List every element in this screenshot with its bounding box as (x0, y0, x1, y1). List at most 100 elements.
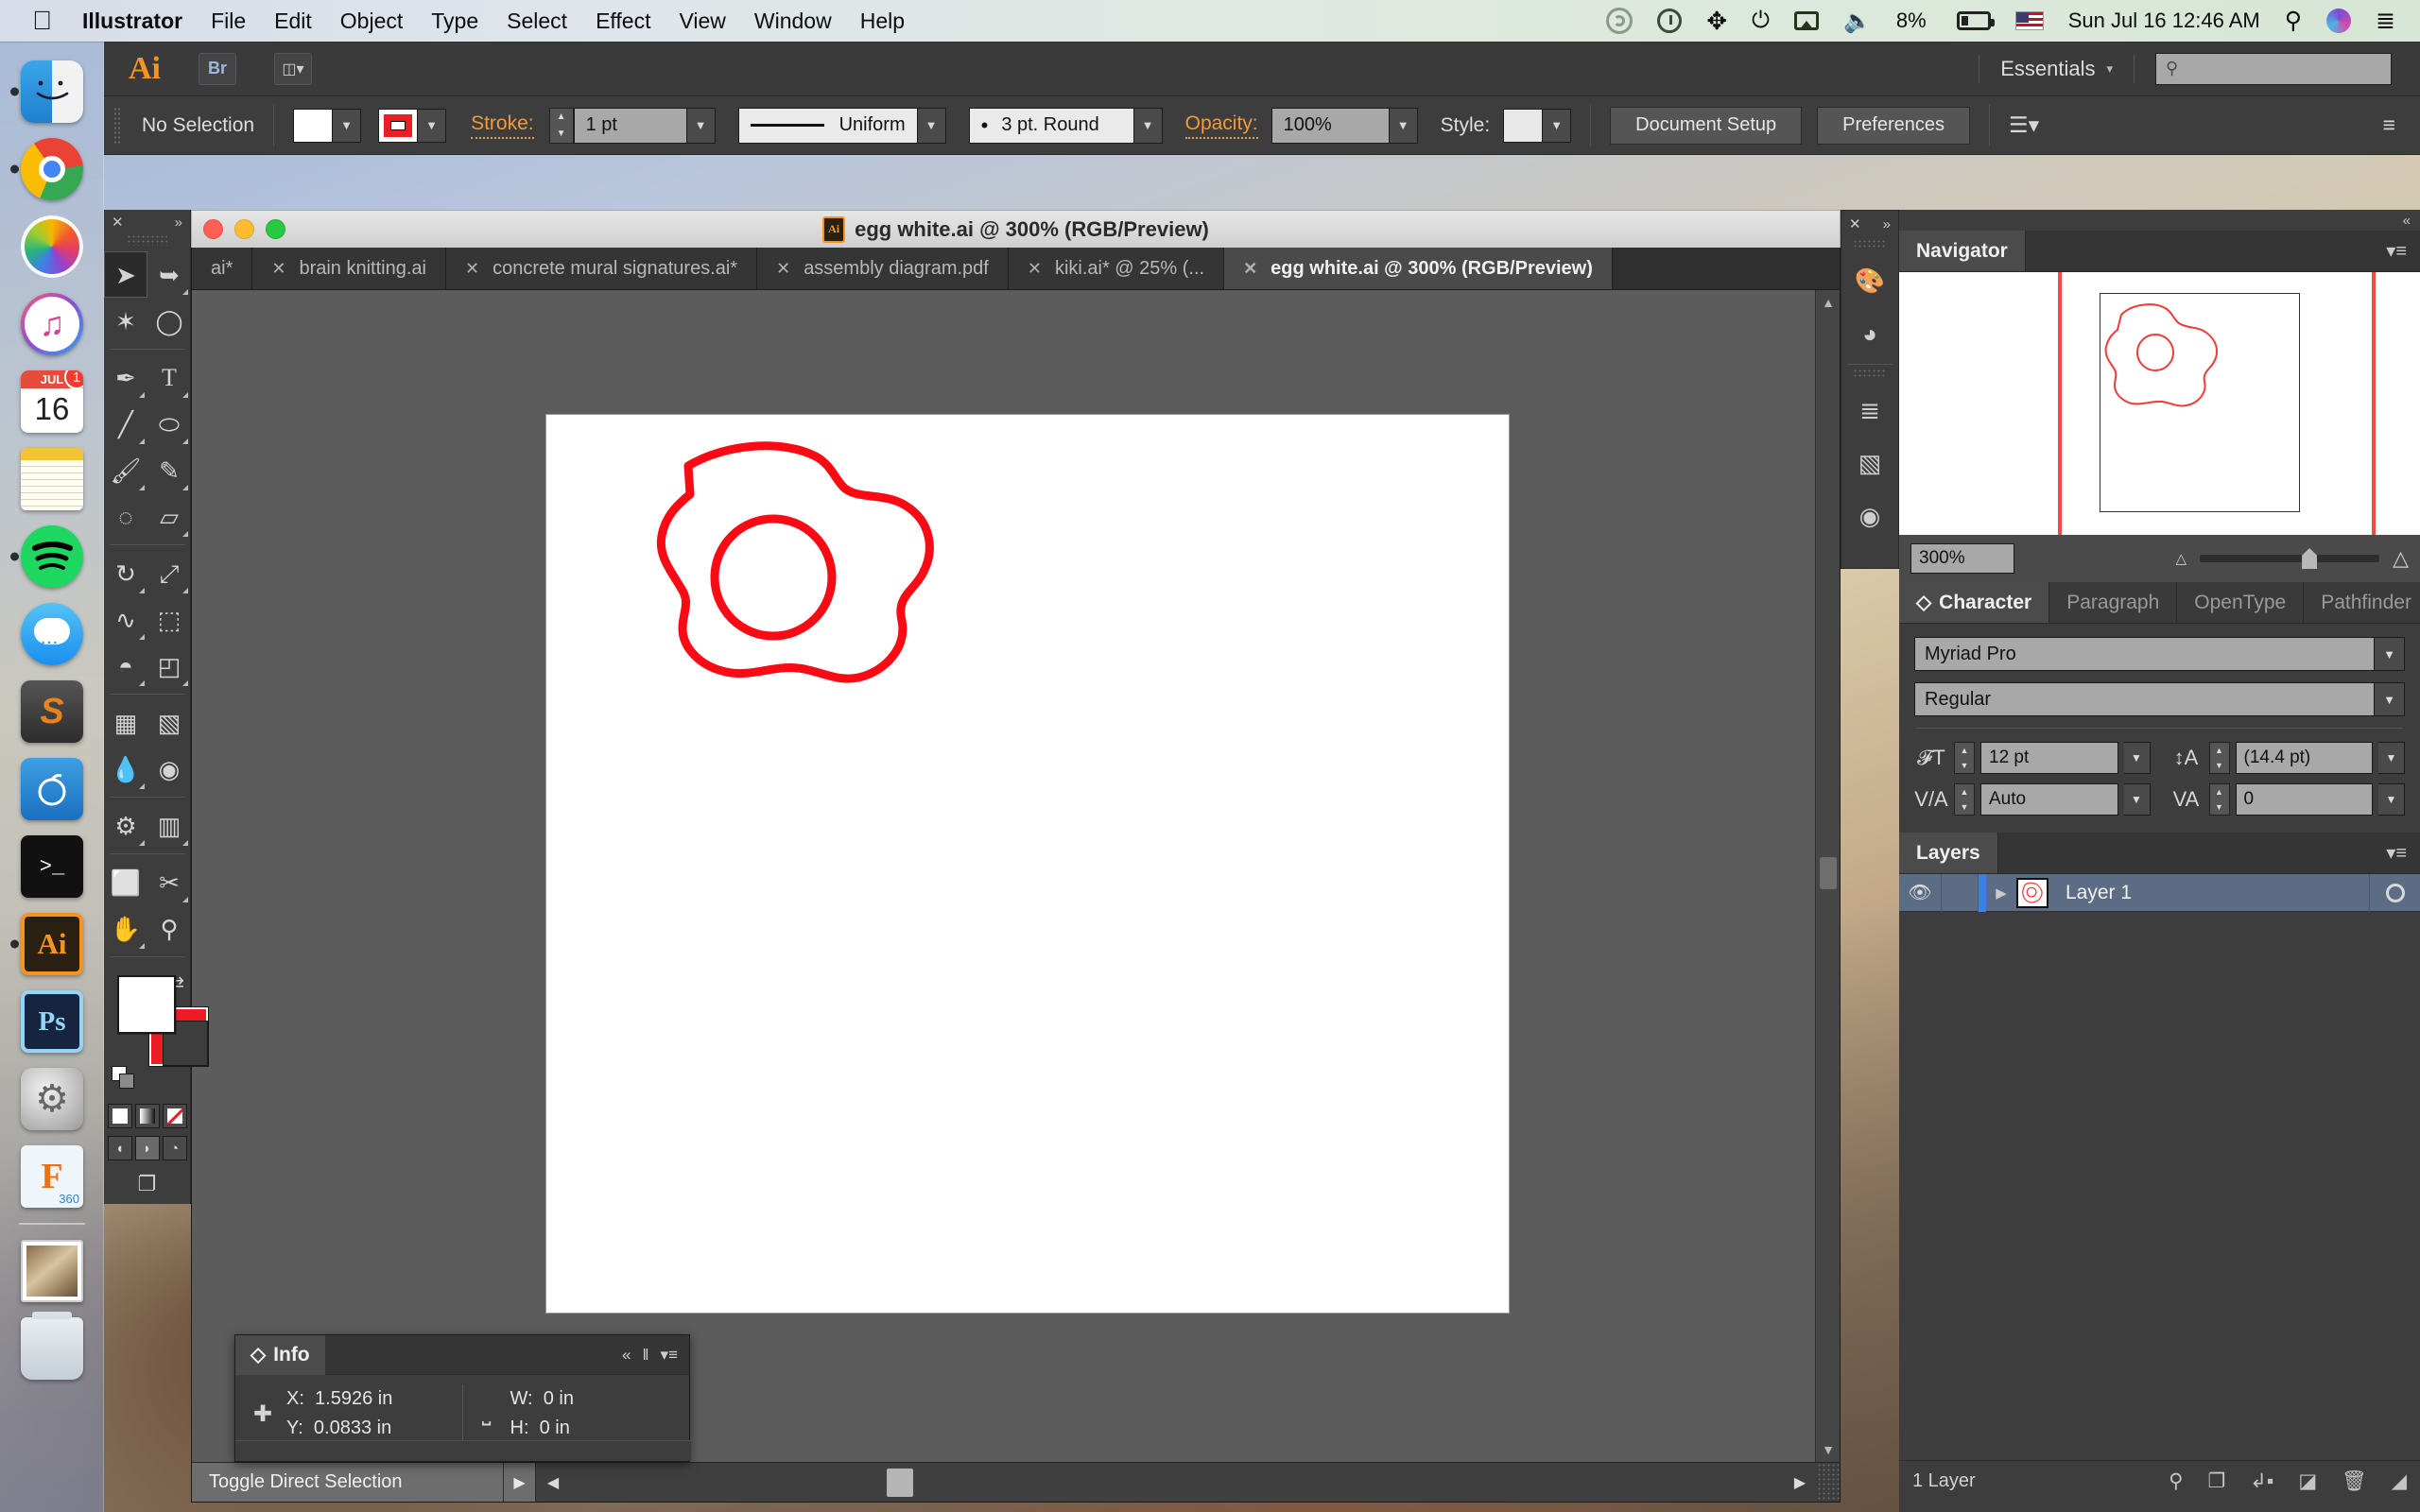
zoom-out-icon[interactable]: △ (2176, 550, 2187, 567)
fill-swatch[interactable] (293, 108, 334, 143)
menu-item-select[interactable]: Select (507, 9, 567, 34)
dock-item-messages[interactable]: … (0, 595, 104, 673)
dock-item-sublime-text[interactable]: S (0, 673, 104, 750)
tab-paragraph[interactable]: Paragraph (2049, 582, 2178, 623)
tab-character[interactable]: ◇ Character (1899, 582, 2050, 623)
spotlight-search-icon[interactable]: ⚲ (2285, 7, 2302, 35)
menu-item-effect[interactable]: Effect (596, 9, 650, 34)
paintbrush-tool[interactable]: 🖌 (104, 447, 147, 493)
swatches-panel-icon[interactable]: 🎨 (1841, 254, 1898, 307)
dock-item-trash[interactable] (0, 1310, 104, 1387)
preferences-button[interactable]: Preferences (1817, 106, 1970, 145)
slice-tool[interactable]: ✂ (147, 859, 191, 905)
tracking-dropdown-icon[interactable]: ▼ (2378, 783, 2405, 816)
tracking-input[interactable]: 0 (2235, 783, 2373, 816)
brush-definition-select[interactable]: • 3 pt. Round (968, 107, 1134, 144)
zoom-in-icon[interactable]: △ (2393, 546, 2409, 571)
dock-item-chrome[interactable] (0, 130, 104, 208)
change-screen-mode-icon[interactable]: ❐ (104, 1172, 190, 1196)
width-tool[interactable]: ∿ (104, 596, 147, 643)
close-tab-icon[interactable]: ✕ (271, 259, 285, 279)
table-row[interactable]: 👁 ▶ Layer 1 (1899, 873, 2420, 912)
document-tab-0[interactable]: ai* (192, 248, 253, 289)
tab-layers[interactable]: Layers (1899, 833, 1998, 873)
creative-cloud-icon[interactable] (1606, 8, 1634, 34)
chevron-down-icon[interactable]: ▾ (2106, 61, 2113, 77)
artboard-tool[interactable]: ⬜ (104, 859, 147, 905)
time-machine-icon[interactable] (1657, 9, 1683, 33)
dock-item-illustrator[interactable]: Ai (0, 905, 104, 983)
lock-toggle[interactable] (1941, 873, 1979, 912)
font-family-input[interactable]: Myriad Pro (1914, 637, 2375, 671)
document-tab-egg-white[interactable]: ✕ egg white.ai @ 300% (RGB/Preview) (1224, 248, 1613, 289)
menu-bar-clock[interactable]: Sun Jul 16 12:46 AM (2068, 9, 2260, 33)
apple-icon[interactable]:  (32, 8, 52, 34)
menu-item-file[interactable]: File (211, 9, 246, 34)
create-new-layer-icon[interactable]: ◪ (2298, 1469, 2317, 1493)
panel-dock-grip[interactable] (1853, 239, 1887, 249)
navigator-preview[interactable] (1899, 272, 2420, 535)
leading-stepper[interactable]: ▲ ▼ (2208, 742, 2230, 774)
symbol-sprayer-tool[interactable]: ⚙ (104, 802, 147, 849)
zoom-tool[interactable]: ⚲ (147, 905, 191, 952)
wifi-icon[interactable]: ⏻ (1752, 8, 1770, 34)
dock-item-itunes[interactable] (0, 285, 104, 363)
close-icon[interactable]: ✕ (1849, 215, 1861, 232)
create-new-sublayer-icon[interactable]: ↲▪ (2250, 1469, 2273, 1493)
draw-behind-mode[interactable]: ◗ (134, 1136, 160, 1160)
dock-item-finder[interactable] (0, 53, 104, 130)
scroll-right-icon[interactable]: ▶ (1783, 1473, 1817, 1492)
font-size-dropdown-icon[interactable]: ▼ (2123, 742, 2151, 774)
tracking-stepper[interactable]: ▲ ▼ (2208, 783, 2230, 816)
arrange-documents-icon[interactable]: ◫▾ (274, 52, 312, 85)
document-setup-button[interactable]: Document Setup (1610, 106, 1803, 145)
scroll-left-icon[interactable]: ◀ (536, 1473, 570, 1492)
go-to-bridge-button[interactable]: Br (199, 52, 236, 85)
panel-menu-icon[interactable]: ≡ (2383, 112, 2395, 138)
canvas-horizontal-scrollbar[interactable]: ◀ ▶ (536, 1462, 1817, 1503)
panels-collapse-row[interactable]: « (1899, 210, 2420, 231)
zoom-slider-thumb[interactable] (2302, 548, 2318, 569)
fill-dropdown-icon[interactable]: ▼ (333, 108, 362, 143)
gradient-panel-icon[interactable]: ▧ (1841, 437, 1898, 490)
gradient-tool[interactable]: ▧ (147, 699, 191, 746)
status-menu-icon[interactable]: ▶ (504, 1462, 536, 1502)
layer-name[interactable]: Layer 1 (2048, 882, 2369, 904)
close-tab-icon[interactable]: ✕ (1028, 259, 1042, 279)
control-panel-grip[interactable] (113, 106, 121, 145)
dock-item-photos[interactable] (0, 208, 104, 285)
eraser-tool[interactable]: ▱ (147, 493, 191, 540)
artboard[interactable] (546, 415, 1509, 1313)
document-title-bar[interactable]: Ai egg white.ai @ 300% (RGB/Preview) (191, 210, 1841, 248)
menu-item-illustrator[interactable]: Illustrator (82, 9, 182, 34)
fill-color-control[interactable]: ▼ (293, 108, 362, 143)
direct-selection-tool[interactable]: ➥ (147, 251, 191, 298)
none-button[interactable] (162, 1104, 187, 1128)
align-icon[interactable]: ☰▾ (2009, 112, 2039, 138)
tab-opentype[interactable]: OpenType (2177, 582, 2305, 623)
menu-item-help[interactable]: Help (860, 9, 905, 34)
menu-item-object[interactable]: Object (340, 9, 403, 34)
align-panel-icon[interactable]: ≣ (1841, 384, 1898, 437)
panel-dock-grip-2[interactable] (1853, 369, 1887, 378)
vertical-scroll-thumb[interactable] (1820, 857, 1837, 889)
horizontal-scroll-track[interactable] (570, 1463, 1783, 1503)
stroke-profile-dropdown-icon[interactable]: ▼ (917, 107, 946, 144)
panel-menu-icon[interactable]: ▾≡ (661, 1346, 678, 1365)
dock-item-spotify[interactable] (0, 518, 104, 595)
battery-icon[interactable] (1951, 11, 1995, 30)
horizontal-scroll-thumb[interactable] (887, 1468, 913, 1497)
mesh-tool[interactable]: ▦ (104, 699, 147, 746)
fill-color-swatch[interactable] (117, 975, 176, 1034)
stroke-color-control[interactable]: ▼ (378, 108, 447, 143)
siri-icon[interactable] (2326, 9, 2352, 33)
double-chevron-left-icon[interactable]: « (622, 1346, 631, 1365)
stroke-weight-label[interactable]: Stroke: (471, 112, 534, 139)
graphic-style-swatch[interactable] (1503, 108, 1544, 143)
shape-builder-tool[interactable]: ◓ (104, 643, 147, 689)
stroke-weight-stepper[interactable]: ▲ ▼ (548, 107, 574, 144)
panel-menu-icon[interactable]: ▾≡ (2386, 231, 2420, 271)
pencil-tool[interactable]: ✎ (147, 447, 191, 493)
type-tool[interactable]: T (147, 354, 191, 401)
dock-item-pomodoro[interactable] (0, 750, 104, 828)
